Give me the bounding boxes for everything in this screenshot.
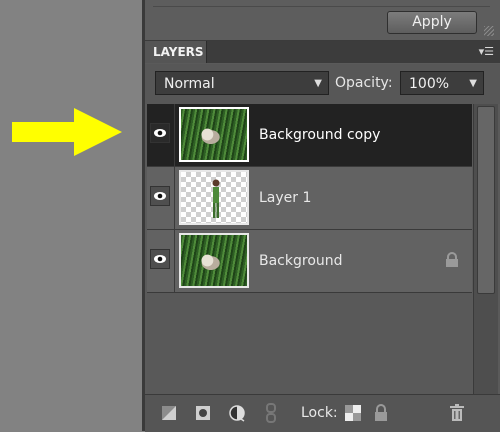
panel-tabbar: LAYERS ▾☰ (145, 41, 500, 63)
blend-mode-value: Normal (164, 76, 215, 92)
lock-all-icon[interactable] (371, 403, 391, 423)
layer-row-background-copy[interactable]: Background copy (147, 104, 472, 167)
canvas-area (0, 0, 142, 431)
link-layers-icon[interactable] (261, 403, 281, 423)
layers-scrollbar[interactable] (473, 104, 498, 394)
layers-footer: Lock: (145, 394, 500, 432)
trash-icon[interactable] (447, 403, 467, 423)
blend-options-row: Normal ▼ Opacity: 100% ▼ (145, 64, 500, 104)
opacity-field[interactable]: 100% ▼ (400, 71, 484, 95)
apply-button[interactable]: Apply (387, 11, 477, 34)
divider (174, 104, 175, 166)
eye-icon[interactable] (150, 186, 170, 206)
blend-mode-select[interactable]: Normal ▼ (155, 71, 329, 95)
layer-thumbnail[interactable] (179, 170, 249, 225)
tab-layers[interactable]: LAYERS (145, 41, 207, 63)
lock-transparency-icon[interactable] (343, 403, 363, 423)
figure-cutout-icon (212, 179, 220, 218)
divider (174, 230, 175, 292)
lock-icon (444, 252, 460, 272)
layer-row-layer-1[interactable]: Layer 1 (147, 167, 472, 230)
add-mask-icon[interactable] (193, 403, 213, 423)
layers-panel: Apply LAYERS ▾☰ Normal ▼ Opacity: 100% ▼… (142, 0, 500, 432)
layer-name[interactable]: Background (259, 230, 343, 292)
panel-menu-icon[interactable]: ▾☰ (479, 45, 494, 58)
resize-grip-icon[interactable] (484, 26, 494, 36)
eye-icon[interactable] (150, 249, 170, 269)
layer-thumbnail[interactable] (179, 107, 249, 162)
divider (153, 6, 490, 7)
adjustment-layer-icon[interactable] (227, 403, 247, 423)
eye-icon[interactable] (150, 123, 170, 143)
chevron-down-icon: ▼ (469, 78, 477, 89)
yellow-arrow-annotation (12, 108, 124, 160)
layer-thumbnail[interactable] (179, 233, 249, 288)
chevron-down-icon: ▼ (314, 78, 322, 89)
layer-name[interactable]: Layer 1 (259, 167, 311, 229)
opacity-label: Opacity: (335, 75, 393, 91)
lock-label: Lock: (301, 405, 338, 421)
opacity-value: 100% (409, 76, 450, 92)
layer-name[interactable]: Background copy (259, 104, 380, 166)
new-layer-icon[interactable] (159, 403, 179, 423)
layer-row-background[interactable]: Background (147, 230, 472, 293)
layers-list: Background copy Layer 1 Background (147, 104, 472, 394)
scrollbar-thumb[interactable] (477, 106, 495, 294)
adjustment-strip: Apply (145, 0, 500, 41)
divider (174, 167, 175, 229)
